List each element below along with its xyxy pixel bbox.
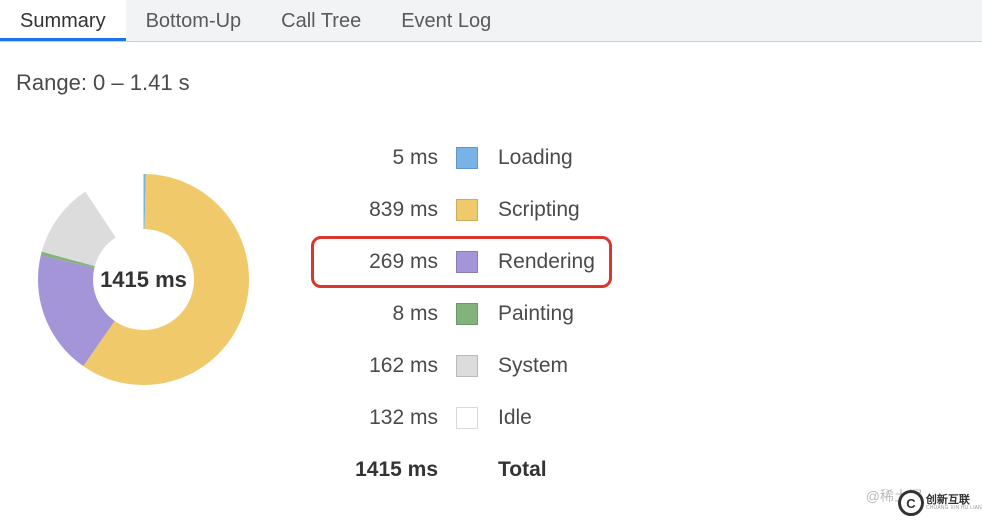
- legend-row-scripting: 839 ms Scripting: [311, 184, 612, 236]
- summary-panel: Range: 0 – 1.41 s 1415 ms 5 ms Loading 8…: [0, 42, 982, 524]
- legend-swatch-rendering: [456, 251, 478, 273]
- legend-value: 132 ms: [328, 406, 438, 430]
- legend-label: Rendering: [498, 250, 595, 274]
- legend-label: Scripting: [498, 198, 580, 222]
- legend-value: 839 ms: [328, 198, 438, 222]
- legend-swatch-empty: [456, 459, 478, 481]
- legend-total-value: 1415 ms: [328, 458, 438, 482]
- legend-value: 162 ms: [328, 354, 438, 378]
- legend-label: System: [498, 354, 568, 378]
- legend-row-idle: 132 ms Idle: [311, 392, 612, 444]
- legend-label: Idle: [498, 406, 532, 430]
- legend-row-painting: 8 ms Painting: [311, 288, 612, 340]
- legend-value: 269 ms: [328, 250, 438, 274]
- watermark: C 创新互联 CHUANG XIN HU LIAN: [898, 490, 982, 516]
- legend-label: Painting: [498, 302, 574, 326]
- legend-label: Loading: [498, 146, 573, 170]
- legend-swatch-scripting: [456, 199, 478, 221]
- tab-bottom-up[interactable]: Bottom-Up: [126, 0, 262, 41]
- legend: 5 ms Loading 839 ms Scripting 269 ms Ren…: [311, 132, 612, 496]
- legend-swatch-system: [456, 355, 478, 377]
- legend-swatch-idle: [456, 407, 478, 429]
- donut-center-total: 1415 ms: [100, 267, 187, 293]
- donut-chart: 1415 ms: [36, 172, 251, 387]
- tab-summary[interactable]: Summary: [0, 0, 126, 41]
- legend-row-loading: 5 ms Loading: [311, 132, 612, 184]
- legend-swatch-loading: [456, 147, 478, 169]
- legend-row-total: 1415 ms Total: [311, 444, 612, 496]
- watermark-logo-icon: C: [898, 490, 924, 516]
- range-text: Range: 0 – 1.41 s: [16, 70, 966, 96]
- legend-total-label: Total: [498, 458, 547, 482]
- legend-row-rendering: 269 ms Rendering: [311, 236, 612, 288]
- watermark-text: 创新互联 CHUANG XIN HU LIAN: [926, 495, 982, 511]
- watermark-line2: CHUANG XIN HU LIAN: [926, 506, 982, 511]
- legend-value: 8 ms: [328, 302, 438, 326]
- legend-row-system: 162 ms System: [311, 340, 612, 392]
- legend-swatch-painting: [456, 303, 478, 325]
- summary-main: 1415 ms 5 ms Loading 839 ms Scripting 26…: [16, 132, 966, 496]
- tabs-bar: Summary Bottom-Up Call Tree Event Log: [0, 0, 982, 42]
- legend-value: 5 ms: [328, 146, 438, 170]
- tab-event-log[interactable]: Event Log: [381, 0, 511, 41]
- tab-call-tree[interactable]: Call Tree: [261, 0, 381, 41]
